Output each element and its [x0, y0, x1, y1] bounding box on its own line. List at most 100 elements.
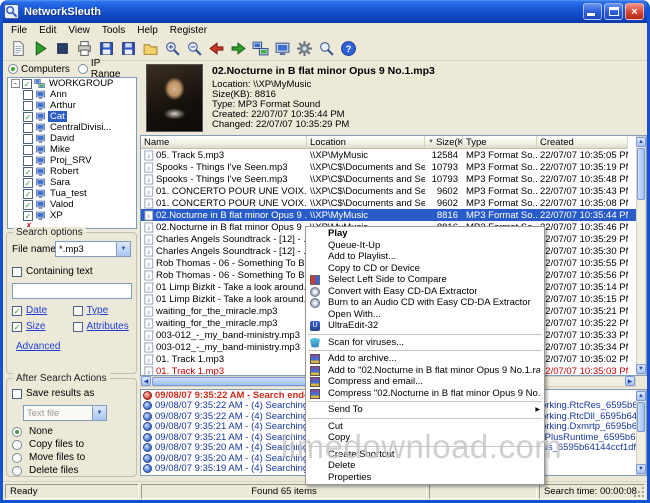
- tree-item-ann[interactable]: Ann: [8, 89, 136, 100]
- print-icon[interactable]: [73, 38, 95, 59]
- checkbox-icon[interactable]: [23, 101, 33, 111]
- tree-item-sara[interactable]: ✓Sara: [8, 177, 136, 188]
- back-icon[interactable]: [205, 38, 227, 59]
- zoom-out-icon[interactable]: [183, 38, 205, 59]
- checkbox-icon[interactable]: [23, 134, 33, 144]
- context-item-ultraedit-32[interactable]: UltraEdit-32: [306, 320, 544, 332]
- checkbox-icon[interactable]: ✓: [23, 178, 33, 188]
- table-row[interactable]: ♪02.Nocturne in B flat minor Opus 9 ...\…: [141, 209, 646, 221]
- filter-link-size[interactable]: Size: [26, 321, 45, 332]
- ip-range-radio[interactable]: IP Range: [78, 62, 132, 76]
- context-item-copy-to-cd-or-device[interactable]: Copy to CD or Device: [306, 263, 544, 275]
- resize-grip[interactable]: [633, 486, 646, 499]
- context-item-play[interactable]: Play: [306, 228, 544, 240]
- tree-item-robert[interactable]: ✓Robert: [8, 166, 136, 177]
- settings-icon[interactable]: [293, 38, 315, 59]
- column-header-sizekb[interactable]: ▼Size(KB): [425, 136, 463, 149]
- column-header-location[interactable]: Location: [307, 136, 425, 149]
- scroll-up-icon[interactable]: ▲: [636, 391, 646, 401]
- minimize-button[interactable]: [583, 3, 602, 20]
- title-bar[interactable]: NetworkSleuth ×: [0, 0, 650, 23]
- context-item-send-to[interactable]: Send To▶: [306, 404, 544, 416]
- table-row[interactable]: ♪Spooks - Things I've Seen.mp3\\XP\C$\Do…: [141, 161, 646, 173]
- tree-item-arthur[interactable]: Arthur: [8, 100, 136, 111]
- containing-text-checkbox[interactable]: Containing text: [12, 266, 93, 277]
- workgroup-checkbox[interactable]: ✓: [22, 79, 32, 89]
- computer-tree[interactable]: -✓WORKGROUPAnnArthur✓CatCentralDivisi...…: [7, 77, 137, 229]
- table-vscrollbar[interactable]: ▲ ▼: [636, 136, 646, 375]
- filter-checkbox[interactable]: ✓: [12, 306, 22, 316]
- radio-icon[interactable]: [8, 64, 18, 74]
- save-list-icon[interactable]: [117, 38, 139, 59]
- menu-register[interactable]: Register: [164, 25, 213, 36]
- checkbox-icon[interactable]: ✓: [23, 189, 33, 199]
- save-results-checkbox[interactable]: Save results as: [12, 388, 94, 399]
- menu-edit[interactable]: Edit: [33, 25, 62, 36]
- open-folder-icon[interactable]: [139, 38, 161, 59]
- filter-link-attributes[interactable]: Attributes: [87, 321, 129, 332]
- after-option-move-files-to[interactable]: Move files to: [12, 451, 134, 464]
- file-name-combo[interactable]: *.mp3▼: [55, 241, 131, 257]
- context-item-queue-it-up[interactable]: Queue-It-Up: [306, 240, 544, 252]
- context-item-delete[interactable]: Delete: [306, 460, 544, 472]
- zoom-in-icon[interactable]: [161, 38, 183, 59]
- tree-item-centraldivisi-[interactable]: CentralDivisi...: [8, 122, 136, 133]
- tree-item-david[interactable]: David: [8, 133, 136, 144]
- scroll-down-icon[interactable]: ▼: [636, 464, 646, 474]
- table-row[interactable]: ♪01. CONCERTO POUR UNE VOIX.mp3\\XP\C$\D…: [141, 197, 646, 209]
- scroll-thumb[interactable]: [637, 402, 645, 432]
- filter-checkbox[interactable]: [73, 306, 83, 316]
- checkbox-icon[interactable]: [23, 156, 33, 166]
- after-option-none[interactable]: None: [12, 425, 134, 438]
- context-item-compress-02-nocturne-in-b-flat[interactable]: Compress "02.Nocturne in B flat minor Op…: [306, 388, 544, 400]
- forward-icon[interactable]: [227, 38, 249, 59]
- menu-view[interactable]: View: [62, 25, 96, 36]
- tree-item-proj-srv[interactable]: Proj_SRV: [8, 155, 136, 166]
- context-item-convert-with-easy-cd-da-extrac[interactable]: Convert with Easy CD-DA Extractor: [306, 286, 544, 298]
- containing-text-input[interactable]: [12, 283, 132, 299]
- column-header-type[interactable]: Type: [463, 136, 537, 149]
- table-row[interactable]: ♪01. CONCERTO POUR UNE VOIX.mp3\\XP\C$\D…: [141, 185, 646, 197]
- filter-checkbox[interactable]: [73, 322, 83, 332]
- scroll-thumb[interactable]: [637, 148, 645, 200]
- checkbox-icon[interactable]: ✓: [23, 200, 33, 210]
- checkbox-icon[interactable]: [12, 389, 22, 399]
- advanced-link[interactable]: Advanced: [16, 341, 60, 352]
- find-icon[interactable]: [315, 38, 337, 59]
- computer-icon[interactable]: [271, 38, 293, 59]
- context-item-scan-for-viruses-[interactable]: Scan for viruses...: [306, 337, 544, 349]
- context-item-add-to-02-nocturne-in-b-flat-m[interactable]: Add to "02.Nocturne in B flat minor Opus…: [306, 365, 544, 377]
- radio-icon[interactable]: [12, 466, 22, 476]
- context-item-properties[interactable]: Properties: [306, 472, 544, 484]
- save-results-icon[interactable]: [95, 38, 117, 59]
- maximize-button[interactable]: [604, 3, 623, 20]
- radio-icon[interactable]: [78, 64, 88, 74]
- menu-help[interactable]: Help: [131, 25, 164, 36]
- radio-icon[interactable]: [12, 440, 22, 450]
- table-row[interactable]: ♪Spooks - Things I've Seen.mp3\\XP\C$\Do…: [141, 173, 646, 185]
- after-option-copy-files-to[interactable]: Copy files to: [12, 438, 134, 451]
- scroll-up-icon[interactable]: ▲: [636, 137, 646, 147]
- context-item-select-left-side-to-compare[interactable]: Select Left Side to Compare: [306, 274, 544, 286]
- close-button[interactable]: ×: [625, 3, 644, 20]
- checkbox-icon[interactable]: [23, 145, 33, 155]
- checkbox-icon[interactable]: [23, 123, 33, 133]
- filter-checkbox[interactable]: ✓: [12, 322, 22, 332]
- column-header-created[interactable]: Created: [537, 136, 628, 149]
- radio-icon[interactable]: [12, 427, 22, 437]
- new-search-icon[interactable]: [7, 38, 29, 59]
- help-icon[interactable]: ?: [337, 38, 359, 59]
- context-item-compress-and-email-[interactable]: Compress and email...: [306, 376, 544, 388]
- dropdown-icon[interactable]: ▼: [116, 242, 130, 256]
- context-item-open-with-[interactable]: Open With...: [306, 309, 544, 321]
- table-row[interactable]: ♪05. Track 5.mp3\\XP\MyMusic12584MP3 For…: [141, 149, 646, 161]
- tree-item-cat[interactable]: ✓Cat: [8, 111, 136, 122]
- radio-icon[interactable]: [12, 453, 22, 463]
- tree-item-xp[interactable]: ✓XP: [8, 210, 136, 221]
- menu-tools[interactable]: Tools: [96, 25, 131, 36]
- start-search-icon[interactable]: [29, 38, 51, 59]
- after-option-delete-files[interactable]: Delete files: [12, 464, 134, 477]
- checkbox-icon[interactable]: ✓: [23, 112, 33, 122]
- context-item-add-to-playlist-[interactable]: Add to Playlist...: [306, 251, 544, 263]
- tree-item-valod[interactable]: ✓Valod: [8, 199, 136, 210]
